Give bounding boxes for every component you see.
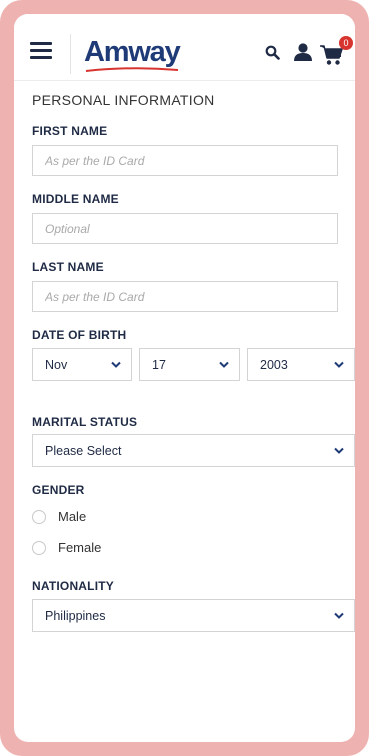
dob-month-select[interactable]: Nov	[32, 348, 132, 381]
header-divider	[70, 34, 71, 74]
first-name-label: FIRST NAME	[32, 124, 108, 138]
cart-count-badge: 0	[339, 36, 353, 50]
nationality-value: Philippines	[45, 609, 106, 623]
brand-logo[interactable]: Amway	[84, 36, 184, 76]
last-name-input[interactable]	[32, 281, 338, 312]
chevron-down-icon	[334, 447, 344, 454]
search-icon[interactable]	[265, 45, 280, 60]
section-title: PERSONAL INFORMATION	[32, 92, 215, 108]
dob-month-value: Nov	[45, 358, 68, 372]
middle-name-input[interactable]	[32, 213, 338, 244]
chevron-down-icon	[334, 612, 344, 619]
first-name-input[interactable]	[32, 145, 338, 176]
marital-status-value: Please Select	[45, 444, 122, 458]
top-header: Amway 0	[14, 14, 355, 81]
radio-button[interactable]	[32, 510, 46, 524]
dob-day-select[interactable]: 17	[139, 348, 240, 381]
dob-year-value: 2003	[260, 358, 288, 372]
gender-option-label: Male	[58, 509, 87, 524]
gender-option-label: Female	[58, 540, 102, 555]
dob-year-select[interactable]: 2003	[247, 348, 355, 381]
radio-button[interactable]	[32, 541, 46, 555]
nationality-select[interactable]: Philippines	[32, 599, 355, 632]
logo-swoosh-icon	[85, 67, 179, 72]
gender-label: GENDER	[32, 483, 85, 497]
chevron-down-icon	[334, 361, 344, 368]
last-name-label: LAST NAME	[32, 260, 104, 274]
device-frame: Amway 0 PERSONAL INFORMATION FIRST NAME …	[0, 0, 369, 756]
dob-day-value: 17	[152, 358, 166, 372]
marital-status-select[interactable]: Please Select	[32, 434, 355, 467]
middle-name-label: MIDDLE NAME	[32, 192, 119, 206]
dob-label: DATE OF BIRTH	[32, 328, 127, 342]
marital-status-label: MARITAL STATUS	[32, 415, 138, 429]
user-icon[interactable]	[293, 42, 313, 62]
menu-icon[interactable]	[30, 42, 52, 60]
chevron-down-icon	[111, 361, 121, 368]
chevron-down-icon	[219, 361, 229, 368]
app-screen: Amway 0 PERSONAL INFORMATION FIRST NAME …	[14, 14, 355, 742]
nationality-label: NATIONALITY	[32, 579, 114, 593]
